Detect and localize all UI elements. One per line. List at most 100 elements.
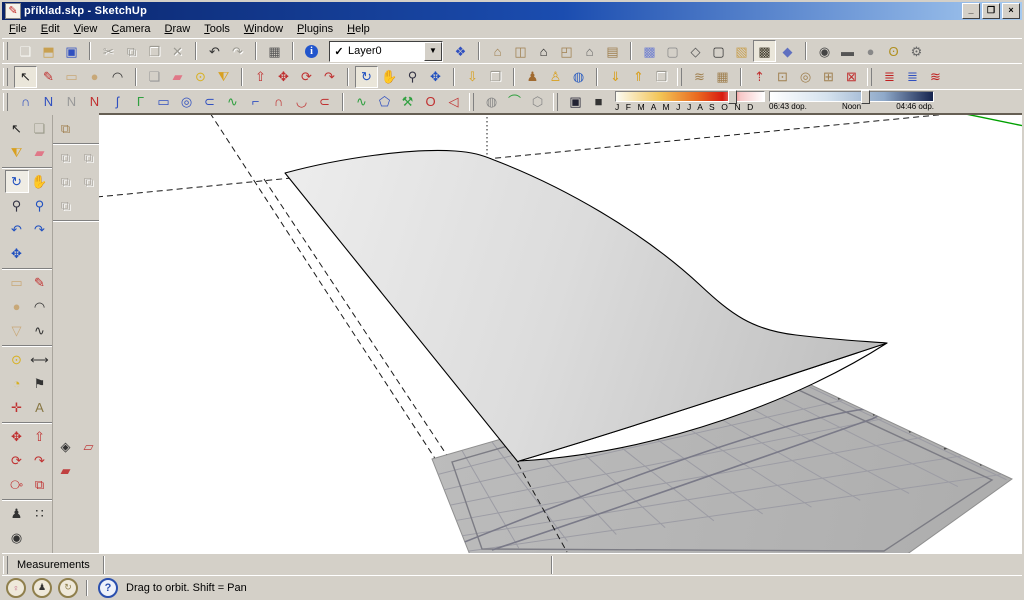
bezier-s-button[interactable]: ʃ [106,91,129,113]
move-button[interactable]: ✥ [5,425,29,448]
bezier-n1-button[interactable]: Ν [37,91,60,113]
rectangle-button[interactable]: ▭ [60,66,83,88]
toolbar-grip[interactable] [3,556,8,574]
shadow-toggle-button[interactable]: ■ [587,91,610,113]
paint-bucket-button[interactable]: ⧨ [5,141,29,164]
animation-button[interactable]: ▬ [836,40,859,62]
get-models-button[interactable]: ⇓ [604,66,627,88]
smoove-button[interactable]: ⇡ [748,66,771,88]
shadows-sphere-button[interactable]: ● [859,40,882,62]
section-cut-button[interactable]: ▰ [54,459,78,482]
bezier-cup-button[interactable]: ◡ [290,91,313,113]
loop-tool-button[interactable]: Ο [419,91,442,113]
toolbar-grip[interactable] [469,93,474,111]
intersect-button[interactable]: ⧉ [28,473,52,496]
arc-button[interactable]: ◠ [28,295,52,318]
text-button[interactable]: ⚑ [28,372,52,395]
rotate-button[interactable]: ⟳ [295,66,318,88]
position-camera-button[interactable]: ◉ [813,40,836,62]
circle-button[interactable]: ● [83,66,106,88]
model-viewport[interactable] [99,113,1022,553]
arc-tool-button[interactable]: ∩ [14,91,37,113]
tape-measure-button[interactable]: ⊙ [189,66,212,88]
wedge-tool-button[interactable]: ◁ [442,91,465,113]
style-shaded-button[interactable]: ▧ [730,40,753,62]
toolbar-grip[interactable] [3,68,8,86]
cut-button[interactable]: ✂ [97,40,120,62]
help-icon[interactable]: ? [98,578,118,598]
light-button[interactable]: ʘ [882,40,905,62]
shadow-settings-button[interactable]: ▣ [564,91,587,113]
section-compass-button[interactable]: ◈ [54,435,78,458]
arc-button[interactable]: ◠ [106,66,129,88]
claim-credit-icon[interactable]: ♟ [32,578,52,598]
menu-file[interactable]: File [2,21,34,37]
scene-3-button[interactable]: ⧉ [54,170,78,193]
view-top-button[interactable]: ▤ [601,40,624,62]
view-left-button[interactable]: ◫ [509,40,532,62]
copy-button[interactable]: ⧉ [120,40,143,62]
style-back-edges-button[interactable]: ▢ [661,40,684,62]
view-back-button[interactable]: ⌂ [578,40,601,62]
bezier-spiral-button[interactable]: ◎ [175,91,198,113]
paste-button[interactable]: ❒ [143,40,166,62]
toolbar-grip[interactable] [3,93,8,111]
open-button[interactable]: ⬒ [37,40,60,62]
layer-manager-button[interactable]: ❖ [449,40,472,62]
style-shaded-textures-button[interactable]: ▩ [753,40,776,62]
layers-blue-button[interactable]: ≣ [901,66,924,88]
menu-camera[interactable]: Camera [104,21,157,37]
close-button[interactable]: × [1002,3,1020,19]
menu-help[interactable]: Help [340,21,377,37]
bezier-c2-button[interactable]: ⊂ [313,91,336,113]
rotate-button[interactable]: ⟳ [5,449,29,472]
undo-button[interactable]: ↶ [203,40,226,62]
new-button[interactable]: ❑ [14,40,37,62]
make-component-button[interactable]: ❏ [143,66,166,88]
zoom-button[interactable]: ⚲ [401,66,424,88]
select-button[interactable]: ↖ [14,66,37,88]
month-slider-thumb[interactable] [728,90,737,104]
delete-button[interactable]: ✕ [166,40,189,62]
zoom-previous-button[interactable]: ↶ [5,218,29,241]
paint-bucket-button[interactable]: ⧨ [212,66,235,88]
menu-tools[interactable]: Tools [197,21,237,37]
style-wireframe-button[interactable]: ◇ [684,40,707,62]
bezier-c1-button[interactable]: ⊂ [198,91,221,113]
get-current-view-button[interactable]: ♟ [521,66,544,88]
component-box-button[interactable]: ❒ [650,66,673,88]
menu-window[interactable]: Window [237,21,290,37]
model-canvas[interactable] [99,115,1022,553]
stamp-button[interactable]: ⊡ [771,66,794,88]
section-plane-button[interactable]: ▱ [77,435,101,458]
save-button[interactable]: ▣ [60,40,83,62]
orbit-button[interactable]: ↻ [355,66,378,88]
circle-button[interactable]: ● [5,295,29,318]
bezier-hook-button[interactable]: ⌐ [244,91,267,113]
line-button[interactable]: ✎ [28,271,52,294]
scene-4-button[interactable]: ⧉ [77,170,101,193]
restore-button[interactable]: ❐ [982,3,1000,19]
menu-view[interactable]: View [67,21,105,37]
handle-tool-button[interactable]: ⌒ [503,91,526,113]
position-camera-button[interactable]: ♟ [5,502,29,525]
scene-1-button[interactable]: ⧉ [54,146,78,169]
settings-gear-button[interactable]: ⚙ [905,40,928,62]
3d-text-button[interactable]: A [28,396,52,419]
style-hidden-line-button[interactable]: ▢ [707,40,730,62]
layer-combo[interactable]: ✓ Layer0 ▼ [329,41,443,62]
next-page-button[interactable]: ❒ [484,66,507,88]
time-slider-thumb[interactable] [861,90,870,104]
toolbar-grip[interactable] [3,42,8,60]
zoom-extents-button[interactable]: ✥ [424,66,447,88]
scene-2-button[interactable]: ⧉ [77,146,101,169]
redo-button[interactable]: ↷ [226,40,249,62]
tape-measure-button[interactable]: ⊙ [5,348,29,371]
rectangle-button[interactable]: ▭ [5,271,29,294]
toolbar-grip[interactable] [867,68,872,86]
model-info-button[interactable]: i [300,40,323,62]
bezier-wave-button[interactable]: ∿ [221,91,244,113]
print-button[interactable]: ▦ [263,40,286,62]
from-contours-button[interactable]: ≋ [688,66,711,88]
follow-me-button[interactable]: ↷ [28,449,52,472]
